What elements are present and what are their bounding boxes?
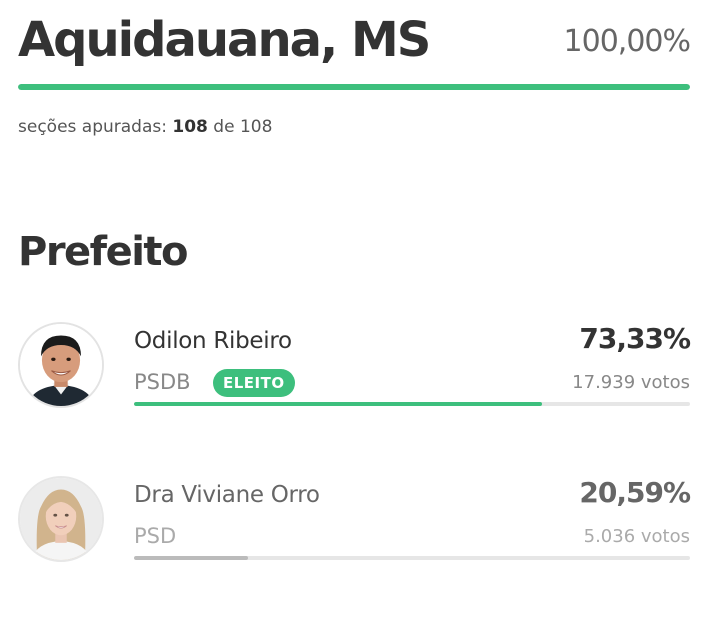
candidate-percent: 73,33% xyxy=(579,322,691,355)
city-title: Aquidauana, MS xyxy=(18,12,431,68)
candidate-vote-bar xyxy=(134,402,690,406)
elected-badge: ELEITO xyxy=(213,369,295,397)
candidate-card[interactable]: Dra Viviane Orro PSD 20,59% 5.036 votos xyxy=(0,472,711,582)
candidate-votes: 17.939 votos xyxy=(572,372,690,393)
candidate-vote-bar-fill xyxy=(134,556,249,560)
sections-counted: 108 xyxy=(172,117,208,137)
city-progress-bar xyxy=(18,84,690,90)
candidate-percent: 20,59% xyxy=(579,476,691,509)
avatar-man-icon xyxy=(20,324,102,406)
candidate-card[interactable]: Odilon Ribeiro PSDB ELEITO 73,33% 17.939… xyxy=(0,318,711,428)
candidate-avatar xyxy=(18,322,104,408)
candidate-name: Odilon Ribeiro xyxy=(134,328,292,354)
candidate-avatar xyxy=(18,476,104,562)
sections-connector: de xyxy=(213,117,235,137)
office-title: Prefeito xyxy=(18,229,189,275)
candidate-vote-bar xyxy=(134,556,690,560)
sections-counted-line: seções apuradas: 108 de 108 xyxy=(18,117,272,137)
city-header: Aquidauana, MS 100,00% xyxy=(18,10,691,70)
candidate-party: PSD xyxy=(134,524,177,548)
avatar-woman-icon xyxy=(20,478,102,560)
sections-label: seções apuradas: xyxy=(18,117,167,137)
candidate-party: PSDB xyxy=(134,370,191,394)
candidate-vote-bar-fill xyxy=(134,402,542,406)
sections-total: 108 xyxy=(239,117,273,137)
city-percent-counted: 100,00% xyxy=(563,24,691,59)
candidate-votes: 5.036 votos xyxy=(583,526,690,547)
city-progress-fill xyxy=(18,84,690,90)
candidate-name: Dra Viviane Orro xyxy=(134,482,320,508)
